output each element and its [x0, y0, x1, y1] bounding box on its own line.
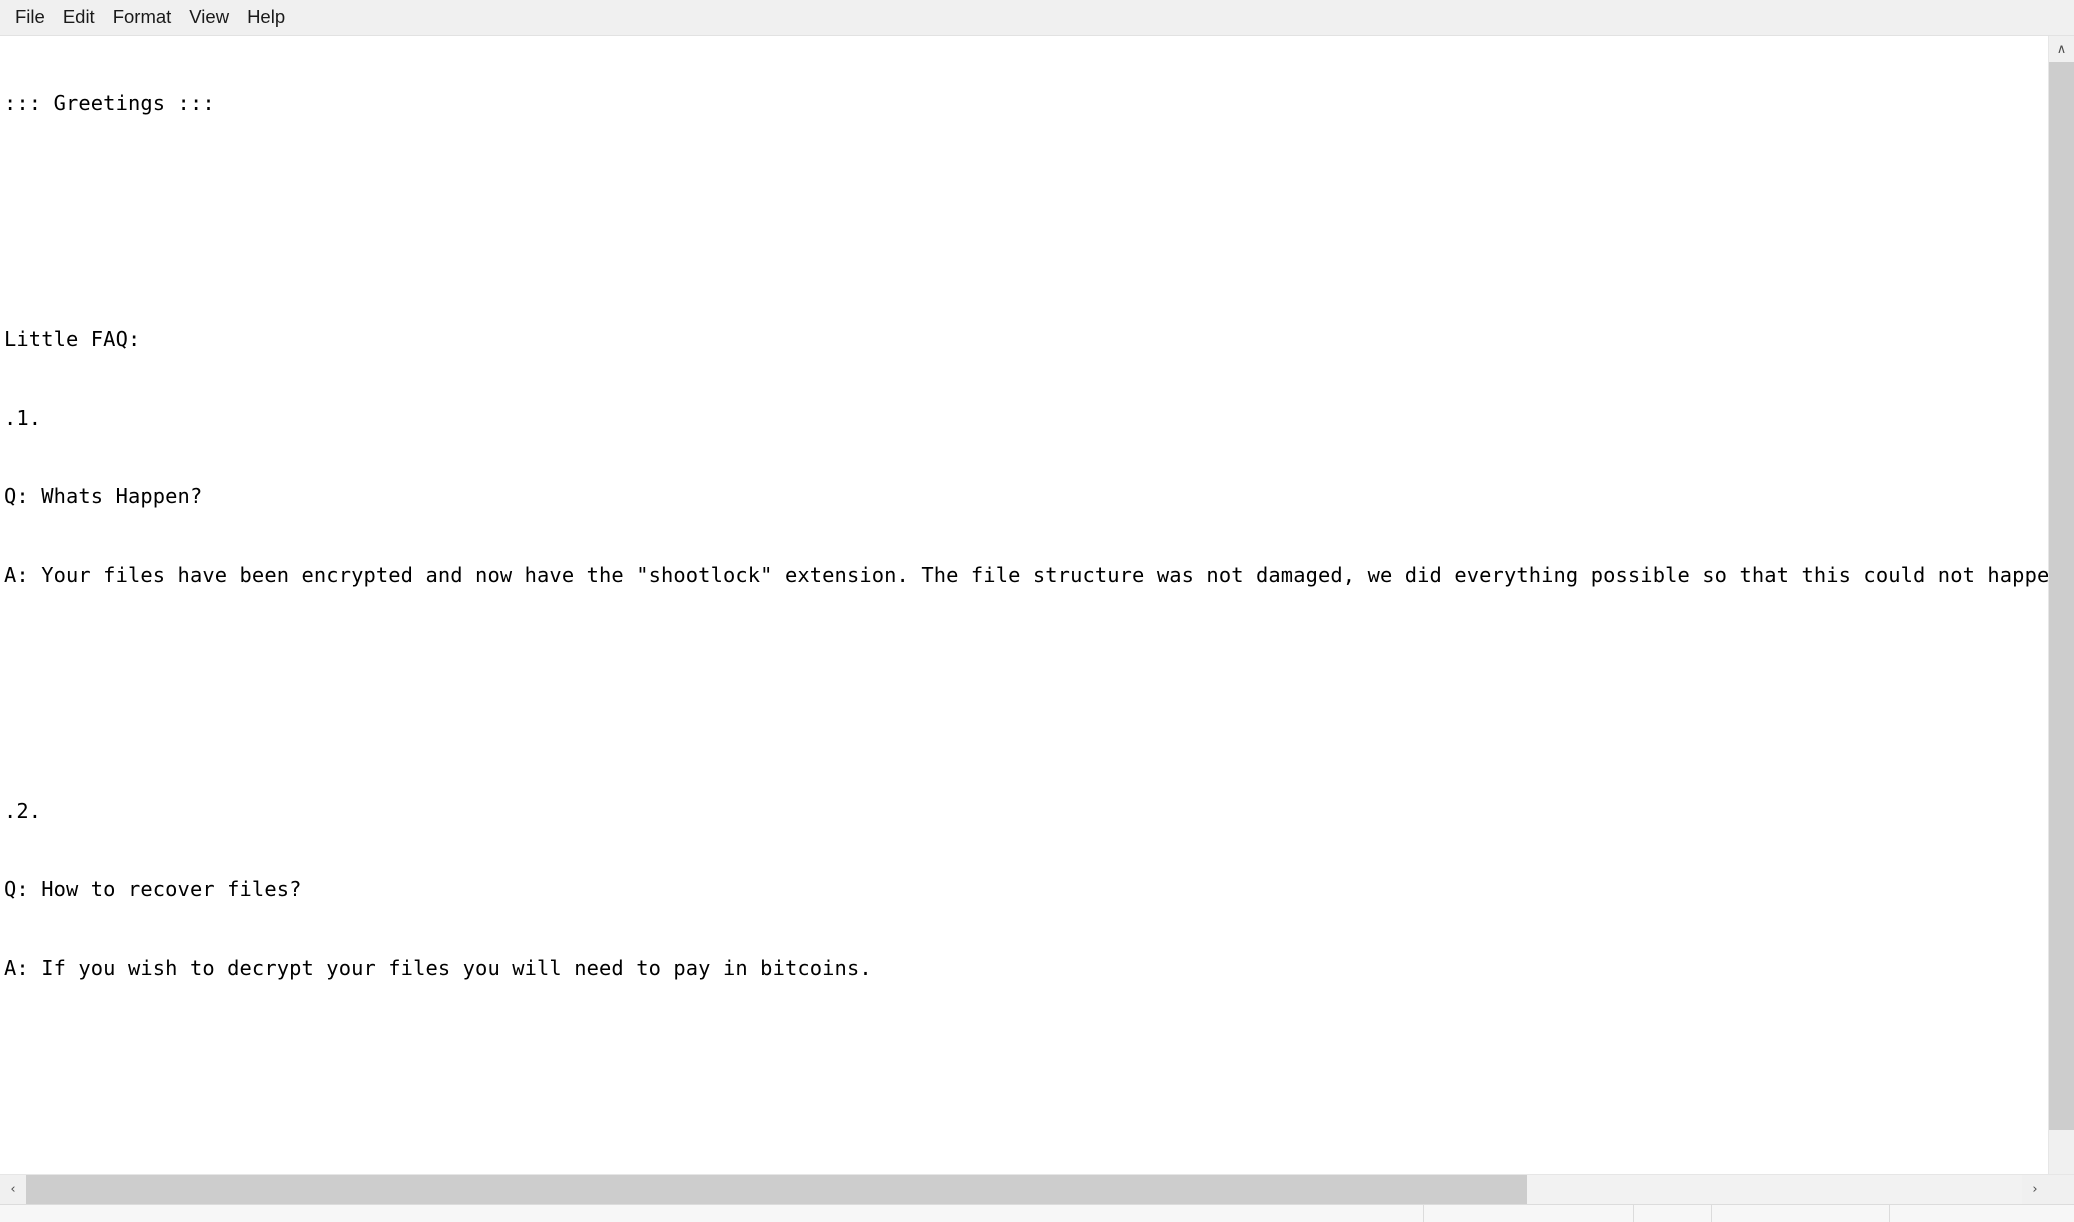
text-line — [4, 719, 2048, 745]
horizontal-scrollbar[interactable]: ‹ › — [0, 1174, 2074, 1204]
text-line: A: Your files have been encrypted and no… — [4, 562, 2048, 587]
scroll-up-icon[interactable]: ∧ — [2049, 36, 2074, 62]
scrollbar-corner — [2048, 1175, 2074, 1204]
editor-region: ::: Greetings ::: Little FAQ: .1. Q: Wha… — [0, 36, 2074, 1174]
menu-edit[interactable]: Edit — [54, 5, 104, 30]
text-line: A: If you wish to decrypt your files you… — [4, 955, 872, 980]
menu-bar: File Edit Format View Help — [0, 0, 2074, 36]
text-line — [4, 1034, 2048, 1060]
menu-format[interactable]: Format — [104, 5, 181, 30]
text-editor-window: File Edit Format View Help ::: Greetings… — [0, 0, 2074, 1222]
menu-help[interactable]: Help — [238, 5, 294, 30]
text-editor-canvas[interactable]: ::: Greetings ::: Little FAQ: .1. Q: Wha… — [0, 36, 2048, 1174]
text-line: ::: Greetings ::: — [4, 91, 215, 116]
status-bar — [0, 1204, 2074, 1222]
text-line — [4, 1112, 2048, 1138]
menu-file[interactable]: File — [6, 5, 54, 30]
vertical-scrollbar-thumb[interactable] — [2049, 62, 2074, 1130]
horizontal-scrollbar-thumb[interactable] — [26, 1175, 1527, 1204]
vertical-scrollbar-track[interactable] — [2049, 62, 2074, 1174]
status-cell-4 — [1712, 1205, 1890, 1222]
status-cell-1 — [0, 1205, 1424, 1222]
text-line: .1. — [4, 405, 42, 430]
text-line: Q: How to recover files? — [4, 877, 302, 902]
horizontal-scrollbar-track[interactable] — [26, 1175, 2022, 1204]
status-cell-3 — [1634, 1205, 1712, 1222]
vertical-scrollbar[interactable]: ∧ — [2048, 36, 2074, 1174]
text-line: .2. — [4, 798, 42, 823]
menu-view[interactable]: View — [180, 5, 238, 30]
scroll-right-icon[interactable]: › — [2022, 1175, 2048, 1204]
text-line — [4, 169, 2048, 195]
text-line — [4, 248, 2048, 274]
text-line — [4, 641, 2048, 667]
text-line: Little FAQ: — [4, 327, 141, 352]
scroll-left-icon[interactable]: ‹ — [0, 1175, 26, 1204]
text-line: Q: Whats Happen? — [4, 484, 203, 509]
status-cell-5 — [1890, 1205, 2074, 1222]
status-cell-2 — [1424, 1205, 1634, 1222]
document-text[interactable]: ::: Greetings ::: Little FAQ: .1. Q: Wha… — [0, 36, 2048, 1174]
